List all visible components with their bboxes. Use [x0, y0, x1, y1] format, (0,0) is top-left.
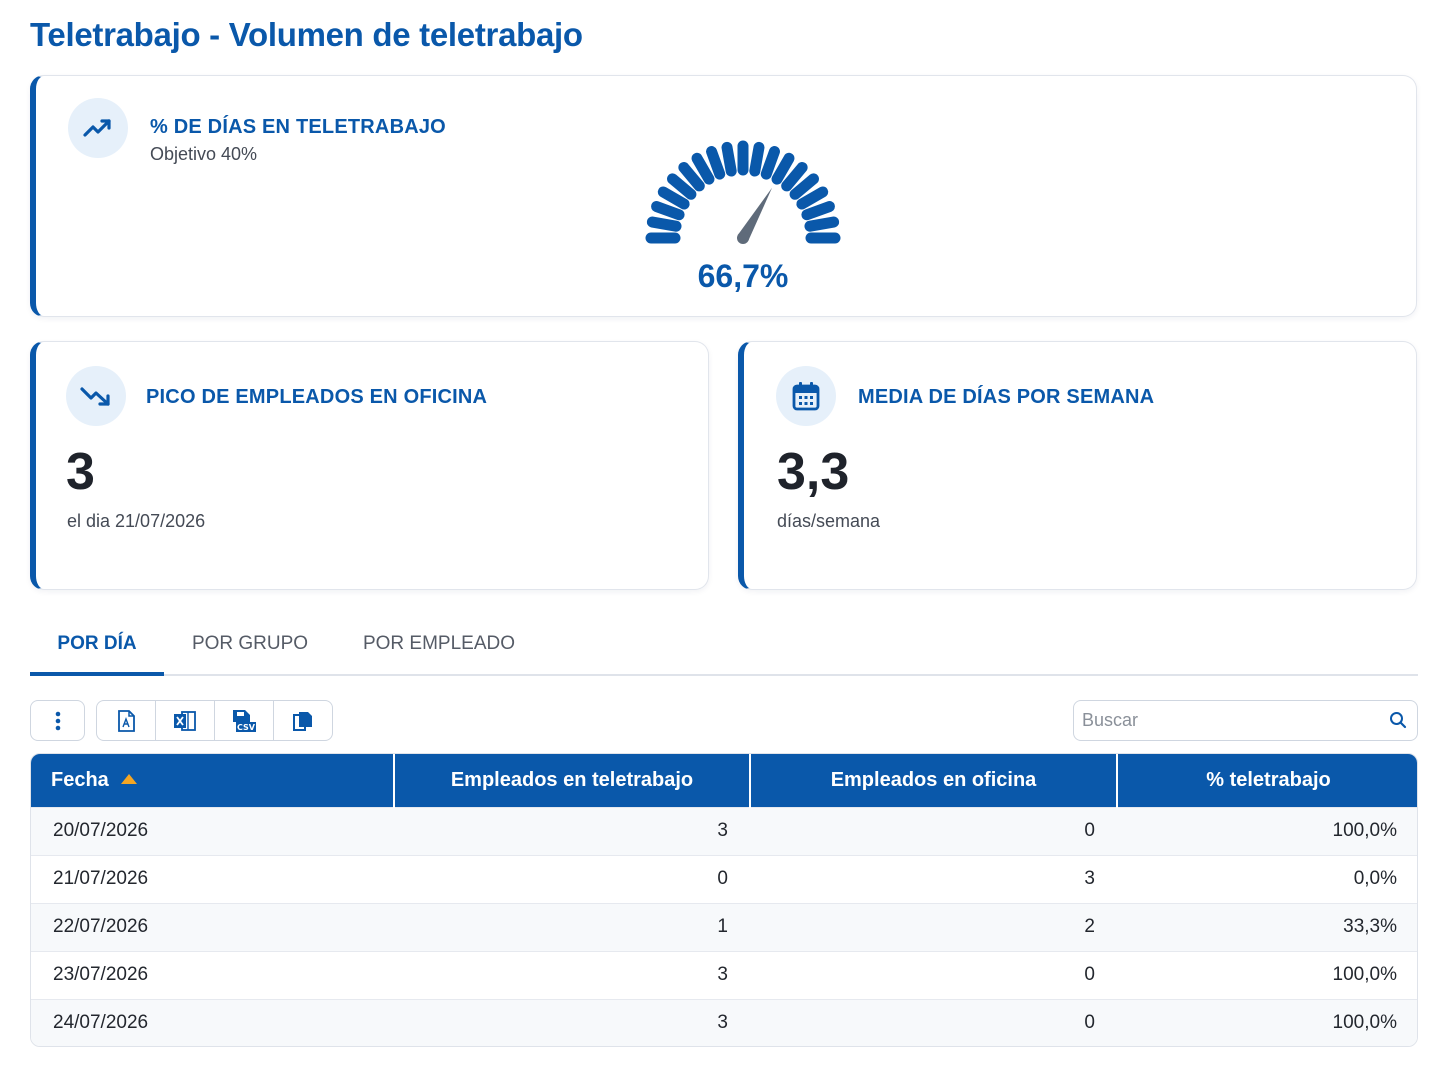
gauge-segment	[796, 186, 829, 210]
remote-days-card: % DE DÍAS EN TELETRABAJO Objetivo 40% 66…	[30, 75, 1417, 317]
gauge-segment	[804, 216, 840, 232]
table-row: 20/07/2026 3 0 100,0%	[31, 806, 1417, 855]
cell-porcentaje: 100,0%	[1117, 806, 1417, 855]
export-pdf-button[interactable]	[97, 701, 156, 740]
table-row: 24/07/2026 3 0 100,0%	[31, 998, 1417, 1046]
tab-por-empleado[interactable]: POR EMPLEADO	[348, 612, 530, 676]
table-menu-button[interactable]	[30, 700, 85, 741]
office-peak-card: PICO DE EMPLEADOS EN OFICINA 3 el dia 21…	[30, 341, 709, 590]
gauge-segment	[706, 146, 726, 180]
export-buttons: CSV	[96, 700, 333, 741]
cell-oficina: 0	[750, 806, 1117, 855]
avg-days-card: MEDIA DE DÍAS POR SEMANA 3,3 días/semana	[738, 341, 1417, 590]
gauge-segment	[771, 152, 795, 185]
gauge-segment	[651, 201, 685, 221]
page-title: Teletrabajo - Volumen de teletrabajo	[30, 16, 583, 53]
active-tab-indicator	[30, 672, 164, 676]
cell-oficina: 2	[750, 902, 1117, 951]
column-header-porcentaje[interactable]: % teletrabajo	[1117, 754, 1417, 807]
avg-days-value: 3,3	[777, 443, 850, 501]
remote-days-title: % DE DÍAS EN TELETRABAJO	[150, 116, 446, 138]
gauge-segment	[801, 201, 835, 221]
search-input[interactable]	[1074, 701, 1374, 740]
table-row: 21/07/2026 0 3 0,0%	[31, 854, 1417, 903]
avg-days-title: MEDIA DE DÍAS POR SEMANA	[858, 386, 1155, 408]
column-header-fecha[interactable]: Fecha	[31, 754, 395, 807]
cell-teletrabajo: 3	[394, 998, 750, 1046]
tab-por-dia[interactable]: POR DÍA	[30, 612, 164, 676]
cell-teletrabajo: 0	[394, 854, 750, 903]
cell-fecha: 20/07/2026	[31, 806, 394, 855]
cell-oficina: 0	[750, 998, 1117, 1046]
cell-fecha: 24/07/2026	[31, 998, 394, 1046]
gauge-segment	[721, 141, 737, 177]
view-tabs: POR DÍA POR GRUPO POR EMPLEADO	[30, 612, 1418, 676]
column-header-teletrabajo[interactable]: Empleados en teletrabajo	[394, 754, 751, 807]
remote-days-target: Objetivo 40%	[150, 144, 258, 164]
vertical-dots-icon	[55, 711, 60, 730]
search-box	[1073, 700, 1418, 741]
export-excel-button[interactable]	[156, 701, 215, 740]
excel-icon	[174, 710, 196, 731]
pdf-icon	[118, 709, 135, 732]
cell-fecha: 23/07/2026	[31, 950, 394, 999]
trending-down-icon	[66, 366, 126, 426]
cell-porcentaje: 33,3%	[1117, 902, 1417, 951]
cell-oficina: 3	[750, 854, 1117, 903]
remote-days-gauge	[645, 140, 841, 244]
cell-porcentaje: 0,0%	[1117, 854, 1417, 903]
office-peak-value: 3	[66, 443, 95, 501]
calendar-icon	[776, 366, 836, 426]
table-header-row: Fecha Empleados en teletrabajo Empleados…	[31, 754, 1417, 807]
table-row: 23/07/2026 3 0 100,0%	[31, 950, 1417, 999]
avg-days-unit: días/semana	[777, 511, 881, 531]
cell-fecha: 21/07/2026	[31, 854, 394, 903]
data-table: Fecha Empleados en teletrabajo Empleados…	[30, 753, 1418, 1047]
column-header-oficina[interactable]: Empleados en oficina	[750, 754, 1118, 807]
gauge-segment	[760, 146, 780, 180]
trending-up-icon	[68, 98, 128, 158]
export-csv-button[interactable]: CSV	[215, 701, 274, 740]
cell-porcentaje: 100,0%	[1117, 998, 1417, 1046]
svg-text:CSV: CSV	[237, 723, 256, 732]
cell-teletrabajo: 1	[394, 902, 750, 951]
tab-por-grupo[interactable]: POR GRUPO	[180, 612, 320, 676]
gauge-hub	[737, 232, 749, 244]
column-label: Fecha	[51, 768, 109, 791]
cell-fecha: 22/07/2026	[31, 902, 394, 951]
search-icon[interactable]	[1389, 711, 1407, 729]
cell-teletrabajo: 3	[394, 950, 750, 999]
office-peak-title: PICO DE EMPLEADOS EN OFICINA	[146, 386, 488, 408]
cell-porcentaje: 100,0%	[1117, 950, 1417, 999]
remote-days-value: 66,7%	[697, 258, 789, 294]
csv-icon: CSV	[233, 709, 256, 732]
gauge-segment	[691, 152, 715, 185]
gauge-segment	[657, 186, 690, 210]
gauge-segment	[646, 216, 682, 232]
cell-teletrabajo: 3	[394, 806, 750, 855]
sort-ascending-icon	[121, 773, 138, 784]
table-row: 22/07/2026 1 2 33,3%	[31, 902, 1417, 951]
cell-oficina: 0	[750, 950, 1117, 999]
gauge-segment	[749, 141, 765, 177]
copy-icon	[293, 711, 312, 731]
copy-button[interactable]	[274, 701, 332, 740]
office-peak-date: el dia 21/07/2026	[67, 511, 206, 531]
